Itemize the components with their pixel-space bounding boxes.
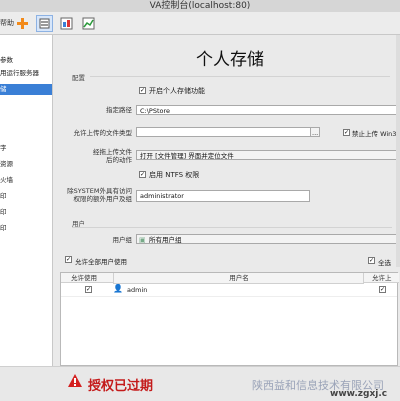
sidebar-item[interactable]: 资源 (0, 159, 52, 170)
extra-users-label: 除SYSTEM外具有访问 (67, 187, 132, 195)
page-title: 个人存储 (196, 50, 264, 70)
section-divider (72, 227, 392, 228)
user-table: 允许使用 用户名 允许上 ✓ 👤 admin ✓ (60, 272, 399, 366)
browse-types-button[interactable]: ... (310, 127, 320, 137)
enable-storage-checkbox[interactable]: ✓ (139, 87, 146, 94)
block-win32-label: 禁止上传 Win32 (352, 130, 400, 138)
path-input[interactable]: C:\PStore (136, 105, 398, 115)
user-icon: 👤 (113, 284, 123, 293)
path-label: 指定路径 (106, 106, 132, 114)
header-username[interactable]: 用户名 (113, 273, 364, 284)
row-username: admin (127, 286, 148, 294)
extra-users-input[interactable]: administrator (136, 190, 310, 202)
after-upload-label-2: 后的动作 (106, 156, 132, 164)
after-upload-select[interactable]: 打开 [文件管理] 界面并定位文件 (136, 150, 398, 160)
user-group-value: 所有用户组 (149, 236, 182, 244)
sidebar: 参数 用运行服务器 储 字 资源 火墙 印 印 印 (0, 35, 53, 376)
enable-storage-label: 开启个人存储功能 (149, 87, 205, 95)
license-expired-text: 授权已过期 (88, 379, 154, 394)
allowed-types-label: 允许上传的文件类型 (73, 129, 133, 137)
after-upload-label: 经拖上传文件 (93, 148, 132, 156)
status-bar: 授权已过期 陕西益和信息技术有限公司 www.zgxj.c (0, 366, 400, 401)
header-allowed[interactable]: 允许使用 (61, 273, 113, 283)
section-divider (90, 76, 390, 77)
row-upload-checkbox[interactable]: ✓ (379, 286, 386, 293)
help-menu[interactable]: 帮助 (0, 18, 14, 28)
row-allowed-checkbox[interactable]: ✓ (85, 286, 92, 293)
watermark-url: www.zgxj.c (330, 389, 388, 399)
window-title-bar: VA控制台(localhost:80) (0, 0, 400, 12)
user-group-select[interactable]: ▣ 所有用户组 (136, 234, 398, 244)
sidebar-item[interactable]: 参数 (0, 55, 52, 66)
user-group-label: 用户组 (112, 236, 133, 244)
select-all-checkbox[interactable]: ✓ (368, 257, 375, 264)
ntfs-label: 启用 NTFS 权限 (149, 171, 200, 179)
select-all-label: 全选 (378, 259, 391, 267)
allowed-types-input[interactable] (136, 127, 318, 137)
sidebar-item[interactable]: 用运行服务器 (0, 68, 52, 79)
sidebar-item[interactable]: 印 (0, 207, 52, 218)
config-section-title: 配置 (72, 74, 85, 82)
toolbar: 帮助 (0, 12, 400, 35)
warning-icon (67, 373, 83, 390)
allow-all-checkbox[interactable]: ✓ (65, 256, 72, 263)
window-title: VA控制台(localhost:80) (149, 1, 251, 11)
ntfs-checkbox[interactable]: ✓ (139, 171, 146, 178)
scrollbar[interactable] (396, 35, 400, 267)
sidebar-item[interactable]: 字 (0, 143, 52, 154)
user-group-icon: ▣ (139, 236, 146, 244)
block-win32-checkbox[interactable]: ✓ (343, 129, 350, 136)
sidebar-item-personal-storage[interactable]: 储 (0, 84, 52, 95)
sidebar-item[interactable]: 火墙 (0, 175, 52, 186)
add-icon[interactable] (14, 15, 31, 32)
sidebar-item[interactable]: 印 (0, 223, 52, 234)
table-row[interactable]: ✓ 👤 admin ✓ (61, 284, 397, 297)
chart-icon[interactable] (80, 15, 97, 32)
allow-all-label: 允许全部用户使用 (75, 258, 127, 266)
settings-view-icon[interactable] (36, 15, 53, 32)
report-icon[interactable] (58, 15, 75, 32)
extra-users-label-2: 权限的额外用户及组 (73, 195, 133, 203)
header-upload[interactable]: 允许上 (363, 273, 399, 283)
sidebar-item[interactable]: 印 (0, 191, 52, 202)
